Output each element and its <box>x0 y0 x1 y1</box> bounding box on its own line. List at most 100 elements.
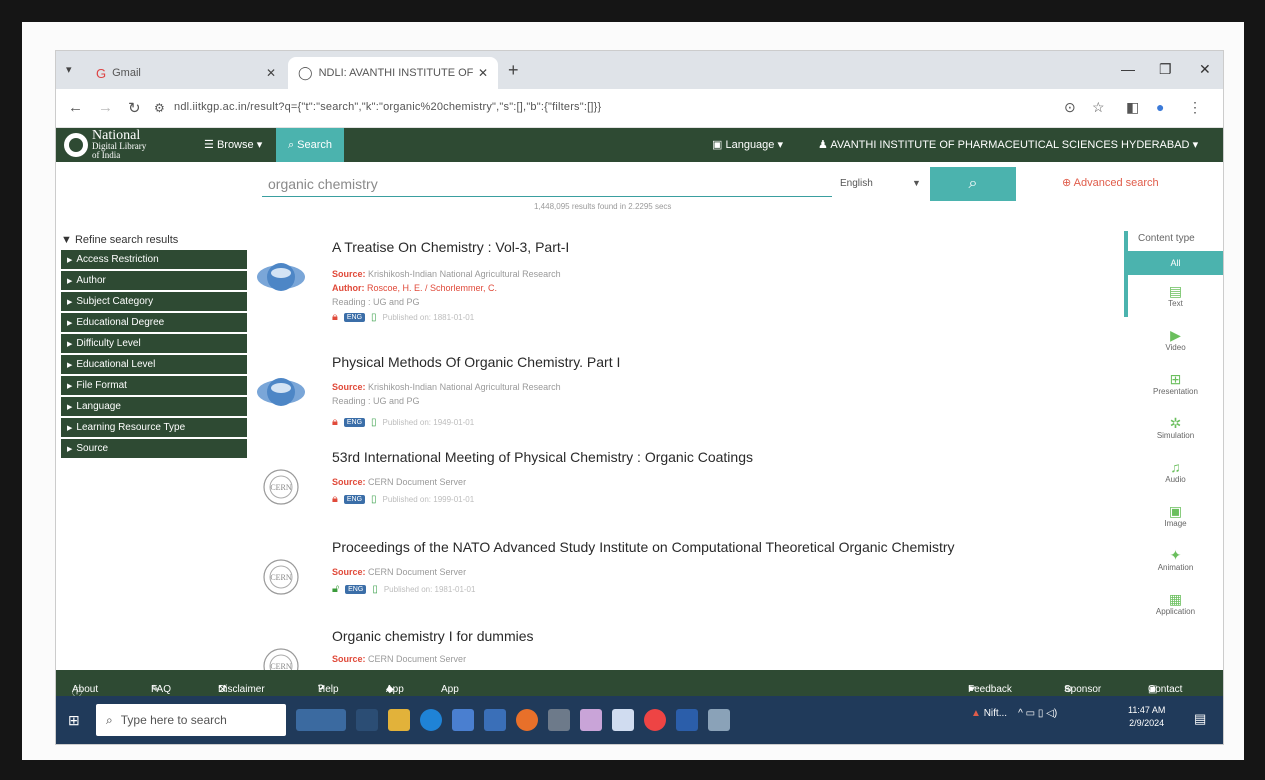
news-widget-icon[interactable] <box>296 709 346 731</box>
tray-label[interactable]: Nift... <box>984 708 1007 719</box>
task-view-icon[interactable] <box>356 709 378 731</box>
url-field[interactable]: ndl.iitkgp.ac.in/result?q={"t":"search",… <box>174 101 601 113</box>
edge-icon[interactable] <box>420 709 442 731</box>
content-type-simulation[interactable]: ✲ Simulation <box>1128 415 1223 440</box>
search-icon: ⌕ <box>968 175 978 192</box>
search-nav-label: Search <box>297 139 333 151</box>
word-icon[interactable] <box>676 709 698 731</box>
search-icon: ⌕ <box>106 712 113 727</box>
reload-icon[interactable]: ↻ <box>128 99 141 117</box>
content-type-presentation[interactable]: ⊞ Presentation <box>1128 371 1223 396</box>
hamburger-icon: ☰ <box>204 139 214 151</box>
text-icon: ▤ <box>1168 283 1183 299</box>
content-type-label: Audio <box>1165 475 1186 484</box>
chevron-up-icon[interactable]: ^ <box>1018 708 1023 719</box>
paint-icon[interactable] <box>708 709 730 731</box>
search-input[interactable]: organic chemistry <box>262 174 832 197</box>
content-type-video[interactable]: ▶ Video <box>1128 327 1223 352</box>
firefox-icon[interactable] <box>516 709 538 731</box>
onenote-icon[interactable] <box>580 709 602 731</box>
result-title-link[interactable]: A Treatise On Chemistry : Vol-3, Part-I <box>332 239 569 255</box>
facet-learning-resource-type[interactable]: ▶ Learning Resource Type <box>61 418 247 437</box>
back-icon[interactable]: ← <box>68 99 83 116</box>
facet-source[interactable]: ▶ Source <box>61 439 247 458</box>
published-date: Published on: 1981-01-01 <box>383 585 476 594</box>
cern-thumbnail-icon[interactable]: CERN <box>252 549 310 605</box>
app-icon[interactable] <box>612 709 634 731</box>
author-label: Author: <box>332 283 365 293</box>
language-menu[interactable]: ▣ Language ▾ <box>712 138 783 151</box>
institute-menu[interactable]: ♟ AVANTHI INSTITUTE OF PHARMACEUTICAL SC… <box>818 138 1198 151</box>
content-type-application[interactable]: ▦ Application <box>1128 591 1223 616</box>
app-icon[interactable] <box>548 709 570 731</box>
chrome-icon[interactable] <box>644 709 666 731</box>
svg-text:CERN: CERN <box>270 483 292 492</box>
new-tab-icon[interactable]: + <box>508 60 519 81</box>
advanced-search-link[interactable]: ⊕ Advanced search <box>1062 176 1159 189</box>
close-window-icon[interactable]: ✕ <box>1199 61 1211 78</box>
facet-subject-category[interactable]: ▶ Subject Category <box>61 292 247 311</box>
tab-search-icon[interactable]: ▾ <box>66 63 72 76</box>
close-icon[interactable]: ✕ <box>266 66 276 80</box>
site-header: National Digital Library of India ☰ Brow… <box>56 128 1223 162</box>
site-logo[interactable]: National Digital Library of India <box>92 129 146 160</box>
facet-author[interactable]: ▶ Author <box>61 271 247 290</box>
taskbar-clock[interactable]: 11:47 AM 2/9/2024 <box>1128 704 1165 730</box>
taskbar-search-placeholder: Type here to search <box>120 713 227 727</box>
simulation-icon: ✲ <box>1169 415 1182 431</box>
content-type-image[interactable]: ▣ Image <box>1128 503 1223 528</box>
filter-icon: ▼ <box>61 234 72 246</box>
facet-file-format[interactable]: ▶ File Format <box>61 376 247 395</box>
file-explorer-icon[interactable] <box>388 709 410 731</box>
menu-dots-icon[interactable]: ⋮ <box>1188 99 1202 116</box>
content-type-audio[interactable]: ♫ Audio <box>1128 459 1223 484</box>
facet-language[interactable]: ▶ Language <box>61 397 247 416</box>
minimize-icon[interactable]: — <box>1121 61 1135 77</box>
facet-difficulty-level[interactable]: ▶ Difficulty Level <box>61 334 247 353</box>
author-link[interactable]: Roscoe, H. E. / Schorlemmer, C. <box>367 283 497 293</box>
search-submit-button[interactable]: ⌕ <box>930 167 1016 201</box>
language-select[interactable]: English ▼ <box>836 174 926 196</box>
published-date: Published on: 1949-01-01 <box>382 418 475 427</box>
globe-thumbnail-icon[interactable] <box>252 249 310 305</box>
taskbar-apps <box>296 704 730 736</box>
store-icon[interactable] <box>452 709 474 731</box>
mail-icon[interactable] <box>484 709 506 731</box>
content-type-animation[interactable]: ✦ Animation <box>1128 547 1223 572</box>
profile-icon[interactable]: ● <box>1156 99 1164 115</box>
content-type-all[interactable]: All <box>1128 251 1223 275</box>
result-title-link[interactable]: 53rd International Meeting of Physical C… <box>332 449 753 465</box>
volume-icon[interactable]: ◁) <box>1046 708 1057 719</box>
cern-thumbnail-icon[interactable]: CERN <box>252 459 310 515</box>
content-type-text[interactable]: ▤ Text <box>1128 283 1223 308</box>
facet-educational-level[interactable]: ▶ Educational Level <box>61 355 247 374</box>
result-title-link[interactable]: Physical Methods Of Organic Chemistry. P… <box>332 354 620 370</box>
notification-icon[interactable]: ▤ <box>1194 711 1206 727</box>
forward-icon[interactable]: → <box>98 99 113 116</box>
restore-icon[interactable]: ❐ <box>1159 61 1172 78</box>
facet-access-restriction[interactable]: ▶ Access Restriction <box>61 250 247 269</box>
password-key-icon[interactable]: ⊙ <box>1064 99 1076 116</box>
side-panel-icon[interactable]: ◧ <box>1126 99 1139 116</box>
network-icon[interactable]: ▭ <box>1026 708 1035 719</box>
facet-educational-degree[interactable]: ▶ Educational Degree <box>61 313 247 332</box>
close-icon[interactable]: ✕ <box>478 66 488 80</box>
browse-menu[interactable]: ☰ Browse ▾ <box>204 138 262 151</box>
screen: ▾ G Gmail ✕ ◯ NDLI: AVANTHI INSTITUTE OF… <box>55 50 1224 745</box>
result-source: Source: CERN Document Server <box>332 654 466 664</box>
windows-start-icon[interactable]: ⊞ <box>68 712 80 729</box>
result-title-link[interactable]: Organic chemistry I for dummies <box>332 628 534 644</box>
result-title-link[interactable]: Proceedings of the NATO Advanced Study I… <box>332 539 955 555</box>
site-info-icon[interactable]: ⚙ <box>154 101 165 115</box>
institute-label: AVANTHI INSTITUTE OF PHARMACEUTICAL SCIE… <box>830 139 1190 151</box>
search-nav-button[interactable]: ⌕ Search <box>276 128 344 162</box>
battery-icon[interactable]: ▯ <box>1038 708 1044 719</box>
tab-gmail[interactable]: G Gmail ✕ <box>86 57 286 89</box>
bookmark-star-icon[interactable]: ☆ <box>1092 99 1105 116</box>
tab-ndli[interactable]: ◯ NDLI: AVANTHI INSTITUTE OF ✕ <box>288 57 498 89</box>
language-badge: ENG <box>345 585 367 594</box>
taskbar-search-input[interactable]: ⌕ Type here to search <box>96 704 286 736</box>
globe-thumbnail-icon[interactable] <box>252 364 310 420</box>
ndli-logo-icon[interactable] <box>64 133 88 157</box>
facet-label: Author <box>76 275 106 286</box>
